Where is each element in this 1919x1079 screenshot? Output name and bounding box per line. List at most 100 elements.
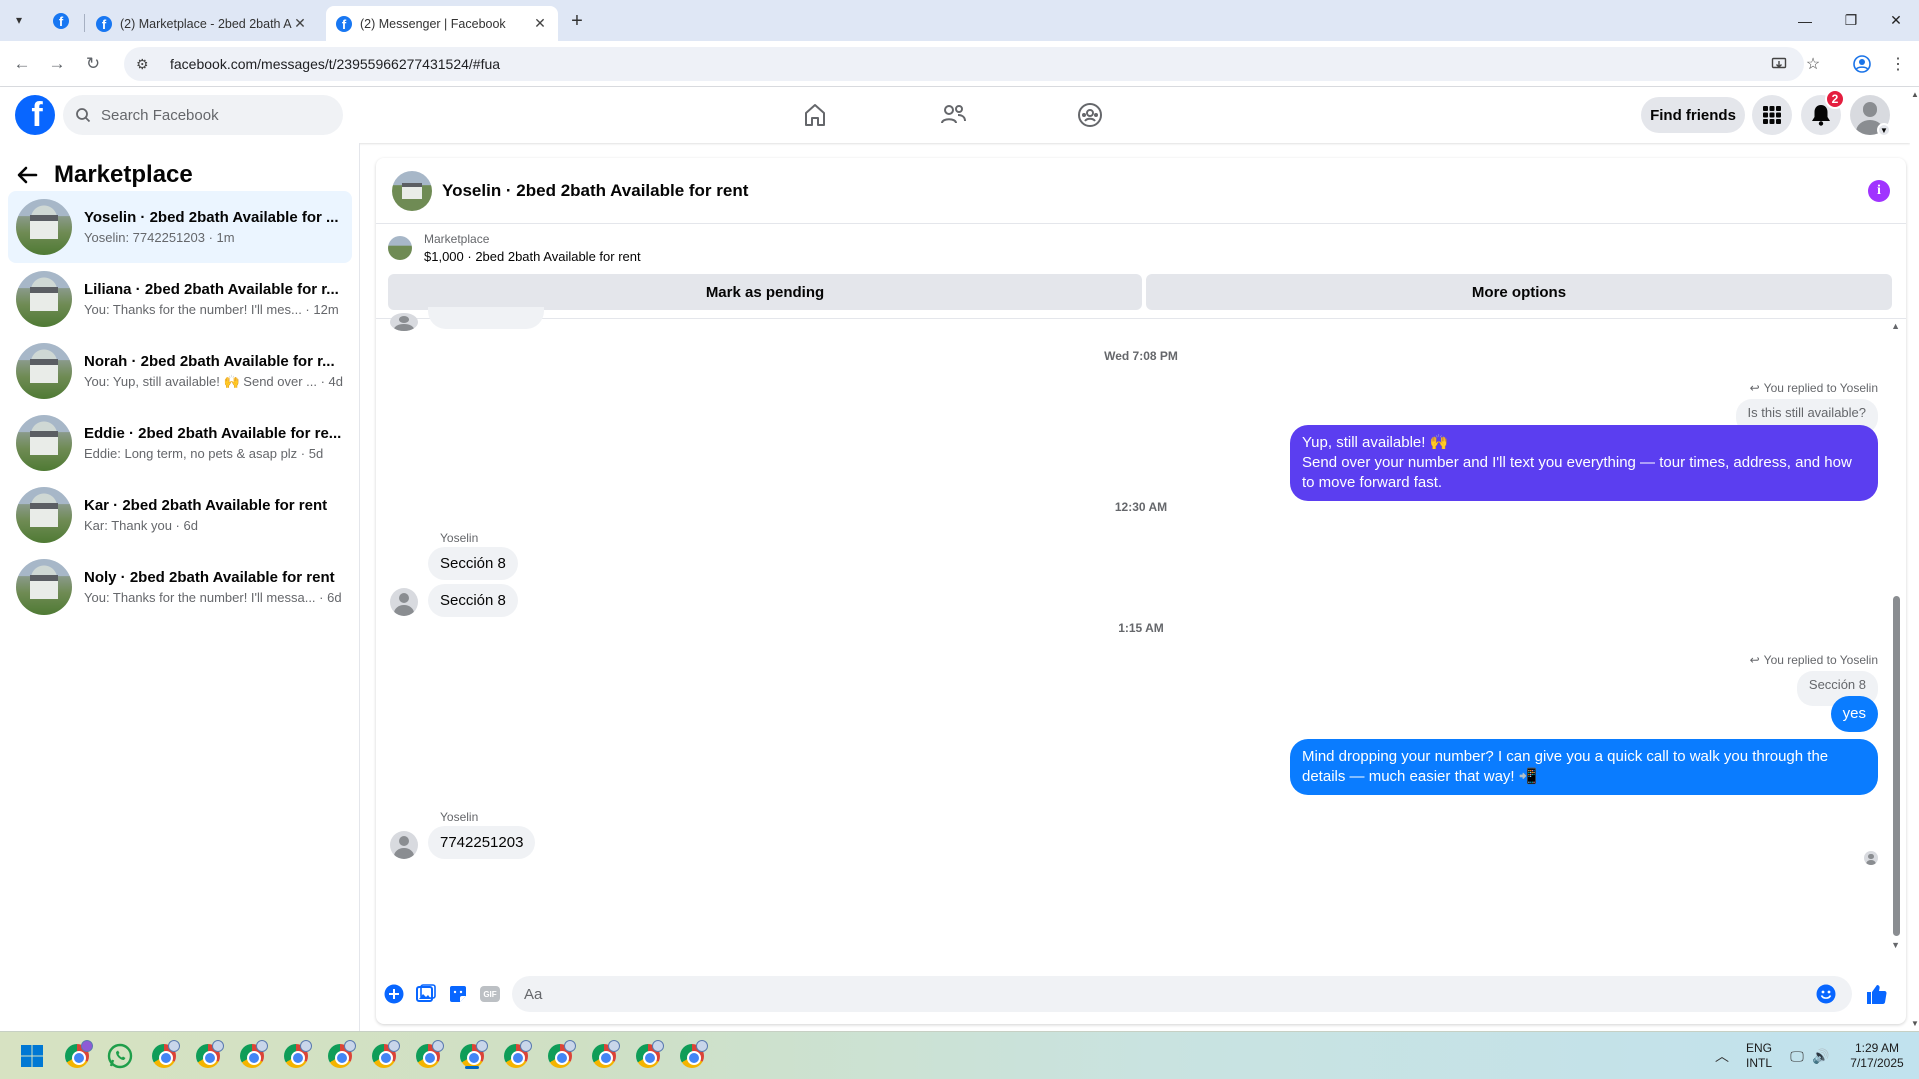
restore-button[interactable]: ❐	[1828, 0, 1874, 41]
timestamp: 12:30 AM	[1114, 500, 1168, 514]
close-window-button[interactable]: ✕	[1873, 0, 1919, 41]
listing-summary[interactable]: Marketplace $1,000 · 2bed 2bath Availabl…	[388, 232, 641, 264]
chat-title[interactable]: Yoselin · 2bed 2bath Available for rent	[442, 181, 748, 201]
site-info-icon[interactable]: ⚙	[136, 56, 156, 73]
conversation-item[interactable]: Liliana · 2bed 2bath Available for r... …	[8, 263, 352, 335]
facebook-favicon-icon: f	[53, 13, 69, 29]
emoji-icon[interactable]	[1816, 984, 1836, 1004]
chrome-taskbar-icon[interactable]	[545, 1040, 576, 1071]
chevron-down-icon[interactable]: ▼	[1877, 123, 1891, 137]
conversation-preview: You: Thanks for the number! I'll mes... …	[84, 302, 339, 317]
chrome-taskbar-icon[interactable]	[589, 1040, 620, 1071]
menu-grid-icon[interactable]	[1752, 95, 1792, 135]
photo-icon[interactable]	[416, 984, 436, 1004]
read-receipt-avatar	[1864, 851, 1878, 865]
outgoing-message[interactable]: Yup, still available! 🙌 Send over your n…	[1290, 425, 1878, 501]
conversation-name: Kar · 2bed 2bath Available for rent	[84, 497, 328, 514]
sender-avatar	[390, 588, 418, 616]
conversation-preview: Yoselin: 7742251203 · 1m	[84, 230, 235, 245]
chat-avatar[interactable]	[392, 170, 432, 211]
groups-nav-icon[interactable]	[1072, 97, 1108, 133]
scroll-down-icon[interactable]: ▼	[1891, 940, 1900, 950]
outgoing-message[interactable]: yes	[1830, 696, 1878, 732]
whatsapp-taskbar-icon[interactable]	[105, 1041, 135, 1071]
outgoing-message[interactable]: Mind dropping your number? I can give yo…	[1290, 739, 1878, 795]
chrome-taskbar-icon[interactable]	[633, 1040, 664, 1071]
chrome-taskbar-icon[interactable]	[62, 1040, 93, 1071]
message-input[interactable]: Aa	[512, 976, 1852, 1012]
page-scrollbar[interactable]: ▲ ▼	[1910, 87, 1919, 1031]
close-tab-icon[interactable]: ✕	[532, 15, 548, 32]
incoming-message[interactable]: Sección 8	[428, 547, 518, 580]
chrome-taskbar-icon-active[interactable]	[457, 1040, 488, 1071]
facebook-logo-icon[interactable]: f	[15, 95, 55, 135]
chrome-taskbar-icon[interactable]	[281, 1040, 312, 1071]
conversation-item[interactable]: Eddie · 2bed 2bath Available for re... E…	[8, 407, 352, 479]
chrome-taskbar-icon[interactable]	[413, 1040, 444, 1071]
clock[interactable]: 1:29 AM 7/17/2025	[1846, 1041, 1908, 1071]
tab-search-button[interactable]: ▾	[8, 9, 30, 31]
reload-button[interactable]: ↻	[80, 51, 106, 77]
chrome-taskbar-icon[interactable]	[501, 1040, 532, 1071]
profile-icon[interactable]	[1849, 51, 1875, 77]
friends-nav-icon[interactable]	[935, 97, 971, 133]
install-app-icon[interactable]	[1766, 51, 1792, 77]
incoming-message[interactable]: Sección 8	[428, 584, 518, 617]
volume-icon[interactable]: 🔊	[1806, 1041, 1836, 1071]
omnibox[interactable]: ⚙ facebook.com/messages/t/23955966277431…	[124, 47, 1804, 81]
message-bubble-partial	[428, 307, 544, 329]
language-indicator[interactable]: ENG INTL	[1744, 1041, 1774, 1071]
conversation-item[interactable]: Yoselin · 2bed 2bath Available for ... Y…	[8, 191, 352, 263]
chat-scrollbar-thumb[interactable]	[1893, 596, 1900, 936]
back-button[interactable]: ←	[9, 51, 35, 77]
more-options-button[interactable]: More options	[1146, 274, 1892, 310]
close-tab-icon[interactable]: ✕	[292, 15, 308, 32]
search-placeholder: Search Facebook	[101, 106, 219, 124]
facebook-favicon-icon: f	[336, 15, 352, 32]
home-nav-icon[interactable]	[797, 97, 833, 133]
conversation-preview: You: Thanks for the number! I'll messa..…	[84, 590, 342, 605]
conversation-item[interactable]: Kar · 2bed 2bath Available for rent Kar:…	[8, 479, 352, 551]
pinned-facebook-tab[interactable]: f	[44, 6, 78, 36]
add-attachment-icon[interactable]	[384, 984, 404, 1004]
message-thread[interactable]: Wed 7:08 PM ↩ You replied to Yoselin Is …	[376, 307, 1906, 959]
sticker-icon[interactable]	[448, 984, 468, 1004]
timestamp: 1:15 AM	[1118, 621, 1164, 635]
mark-as-pending-button[interactable]: Mark as pending	[388, 274, 1142, 310]
url-text[interactable]: facebook.com/messages/t/2395596627743152…	[170, 56, 500, 72]
minimize-button[interactable]: —	[1782, 0, 1828, 41]
windows-taskbar: ︿ ENG INTL 🖵 🔊 1:29 AM 7/17/2025	[0, 1031, 1919, 1079]
thumbs-up-icon[interactable]	[1864, 982, 1888, 1006]
chrome-taskbar-icon[interactable]	[369, 1040, 400, 1071]
reply-note: ↩ You replied to Yoselin	[1749, 653, 1878, 667]
listing-thumbnail	[16, 487, 72, 543]
back-arrow-icon[interactable]	[16, 164, 38, 186]
chrome-taskbar-icon[interactable]	[325, 1040, 356, 1071]
info-icon[interactable]: i	[1868, 180, 1890, 202]
tab-marketplace[interactable]: f (2) Marketplace - 2bed 2bath A ✕	[86, 6, 318, 41]
tab-messenger[interactable]: f (2) Messenger | Facebook ✕	[326, 6, 558, 41]
conversation-preview: Eddie: Long term, no pets & asap plz · 5…	[84, 446, 324, 461]
conversation-name: Eddie · 2bed 2bath Available for re...	[84, 425, 342, 442]
chrome-taskbar-icon[interactable]	[677, 1040, 708, 1071]
incoming-message[interactable]: 7742251203	[428, 826, 536, 859]
bookmark-star-icon[interactable]: ☆	[1800, 51, 1826, 77]
find-friends-button[interactable]: Find friends	[1641, 97, 1745, 133]
scroll-up-icon[interactable]: ▲	[1891, 321, 1900, 331]
sender-name: Yoselin	[440, 810, 479, 824]
facebook-search[interactable]: Search Facebook	[63, 95, 343, 135]
gif-icon[interactable]: GIF	[480, 984, 500, 1004]
message-input-placeholder: Aa	[524, 985, 543, 1003]
forward-button[interactable]: →	[44, 51, 70, 77]
chrome-taskbar-icon[interactable]	[193, 1040, 224, 1071]
conversation-item[interactable]: Noly · 2bed 2bath Available for rent You…	[8, 551, 352, 623]
chrome-taskbar-icon[interactable]	[237, 1040, 268, 1071]
chevron-up-icon[interactable]: ︿	[1707, 1041, 1737, 1071]
chrome-taskbar-icon[interactable]	[149, 1040, 180, 1071]
windows-start-icon[interactable]	[17, 1041, 47, 1071]
browser-menu-icon[interactable]: ⋮	[1885, 51, 1911, 77]
conversation-item[interactable]: Norah · 2bed 2bath Available for r... Yo…	[8, 335, 352, 407]
browser-tab-bar: ▾ f f (2) Marketplace - 2bed 2bath A ✕ f…	[0, 0, 1919, 41]
new-tab-button[interactable]: +	[565, 9, 589, 33]
listing-thumbnail	[16, 199, 72, 255]
